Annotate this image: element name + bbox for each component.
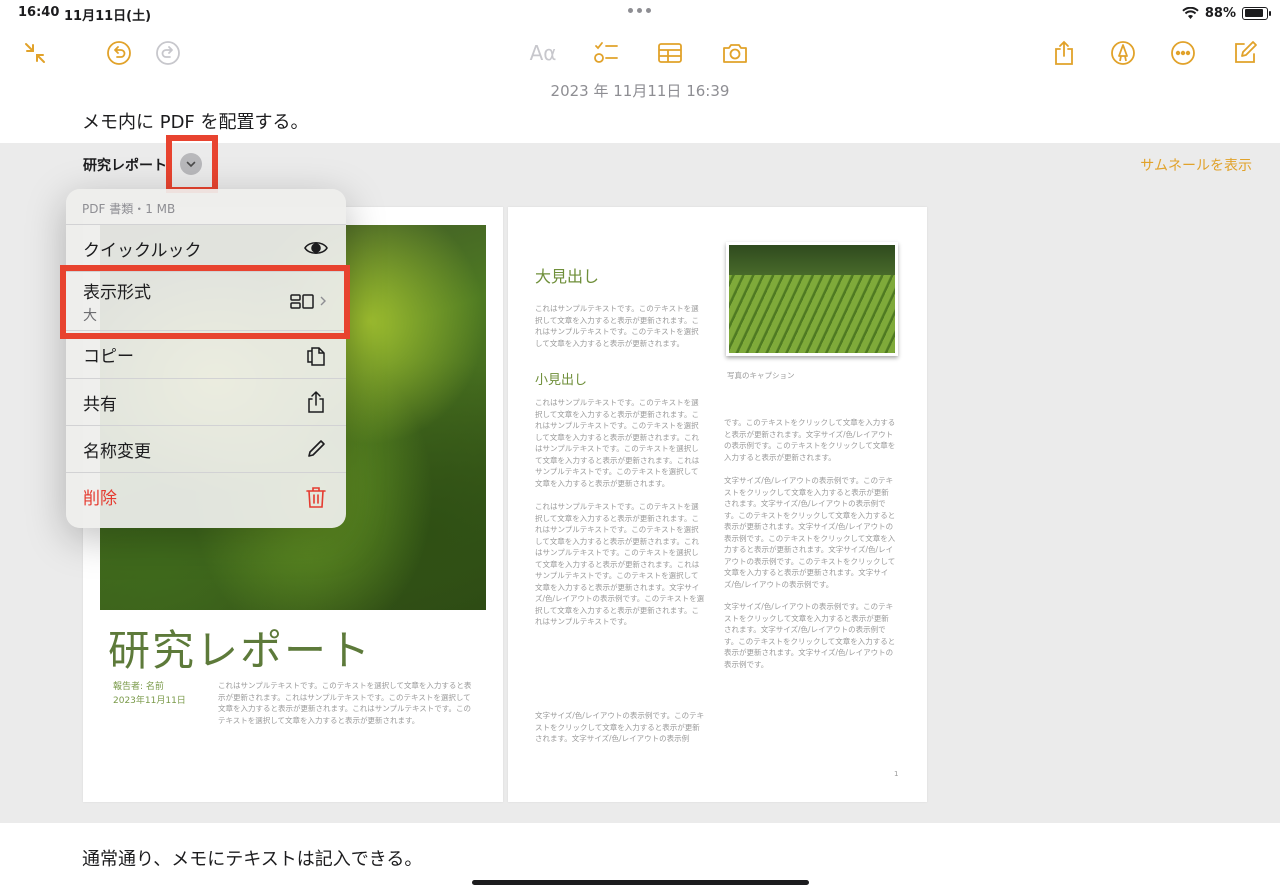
tea-field-photo xyxy=(726,242,898,356)
status-date: 11月11日(土) xyxy=(64,9,152,24)
menu-item-delete[interactable]: 削除 xyxy=(66,473,346,520)
redo-icon[interactable] xyxy=(153,38,183,68)
pdf-heading-large: 大見出し xyxy=(535,267,600,286)
note-date: 2023 年 11月11日 16:39 xyxy=(550,82,730,100)
menu-item-label: 削除 xyxy=(83,489,117,509)
pdf-col2-para-3: 文字サイズ/色/レイアウトの表示例です。このテキストをクリックして文章を入力する… xyxy=(724,602,896,669)
share-icon xyxy=(304,390,328,414)
pdf-col2-para-1: です。このテキストをクリックして文章を入力すると表示が更新されます。文字サイズ/… xyxy=(724,418,896,462)
more-icon[interactable] xyxy=(1168,38,1198,68)
highlight-box-chevron xyxy=(166,135,218,193)
pdf-report-title: 研究レポート xyxy=(108,626,373,675)
menu-item-rename[interactable]: 名称変更 xyxy=(66,426,346,473)
pdf-page-right[interactable]: 大見出し これはサンプルテキストです。このテキストを選択して文章を入力すると表示… xyxy=(508,207,927,802)
pdf-heading-small: 小見出し xyxy=(535,373,588,388)
pdf-left-body: これはサンプルテキストです。このテキストを選択して文章を入力すると表示が更新され… xyxy=(218,681,472,725)
markup-icon[interactable] xyxy=(1108,38,1138,68)
undo-icon[interactable] xyxy=(104,38,134,68)
home-indicator[interactable] xyxy=(472,880,809,885)
wifi-icon xyxy=(1182,6,1199,19)
font-format-button[interactable]: Aα xyxy=(528,38,558,68)
menu-item-label: 名称変更 xyxy=(83,441,151,462)
menu-item-label: 共有 xyxy=(83,394,117,415)
pdf-meta: 報告者: 名前 2023年11月11日 xyxy=(113,680,186,708)
compose-icon[interactable] xyxy=(1230,38,1260,68)
pdf-para-4: 文字サイズ/色/レイアウトの表示例です。このテキストをクリックして文章を入力する… xyxy=(535,711,705,743)
attachment-title[interactable]: 研究レポート xyxy=(83,155,167,175)
pencil-icon xyxy=(304,437,328,461)
photo-caption: 写真のキャプション xyxy=(727,371,795,380)
menu-item-label: コピー xyxy=(83,347,134,367)
note-text-line-2[interactable]: 通常通り、メモにテキストは記入できる。 xyxy=(82,845,422,871)
highlight-box-display-format xyxy=(60,265,350,339)
pdf-date: 2023年11月11日 xyxy=(113,696,186,706)
battery-percent: 88% xyxy=(1204,5,1236,21)
menu-item-label: クイックルック xyxy=(83,240,202,261)
eye-icon xyxy=(304,236,328,260)
menu-item-share[interactable]: 共有 xyxy=(66,379,346,426)
share-icon[interactable] xyxy=(1049,38,1079,68)
status-right: 88% xyxy=(1182,4,1271,22)
checklist-icon[interactable] xyxy=(591,38,621,68)
pdf-para-1: これはサンプルテキストです。このテキストを選択して文章を入力すると表示が更新され… xyxy=(535,304,700,348)
status-time: 16:40 xyxy=(18,5,60,20)
pdf-para-3: これはサンプルテキストです。このテキストを選択して文章を入力すると表示が更新され… xyxy=(535,502,705,626)
menu-header: PDF 書類・1 MB xyxy=(66,189,346,225)
show-thumbnail-link[interactable]: サムネールを表示 xyxy=(1140,155,1252,175)
copy-icon xyxy=(304,343,328,367)
battery-icon xyxy=(1242,6,1271,20)
table-icon[interactable] xyxy=(655,38,685,68)
collapse-icon[interactable] xyxy=(20,38,50,68)
multitasking-dots-icon[interactable] xyxy=(628,4,652,14)
pdf-author: 報告者: 名前 xyxy=(113,682,164,692)
pdf-page-number: 1 xyxy=(894,770,899,778)
pdf-col2-para-2: 文字サイズ/色/レイアウトの表示例です。このテキストをクリックして文章を入力する… xyxy=(724,476,896,589)
status-bar: 16:40 11月11日(土) 88% xyxy=(0,0,1280,26)
pdf-para-2: これはサンプルテキストです。このテキストを選択して文章を入力すると表示が更新され… xyxy=(535,398,700,488)
trash-icon xyxy=(304,485,328,509)
note-text-line-1[interactable]: メモ内に PDF を配置する。 xyxy=(82,108,309,134)
camera-icon[interactable] xyxy=(720,38,750,68)
attachment-context-menu: PDF 書類・1 MB クイックルック 表示形式 大 コピー 共有 名称変更 削… xyxy=(66,189,346,528)
